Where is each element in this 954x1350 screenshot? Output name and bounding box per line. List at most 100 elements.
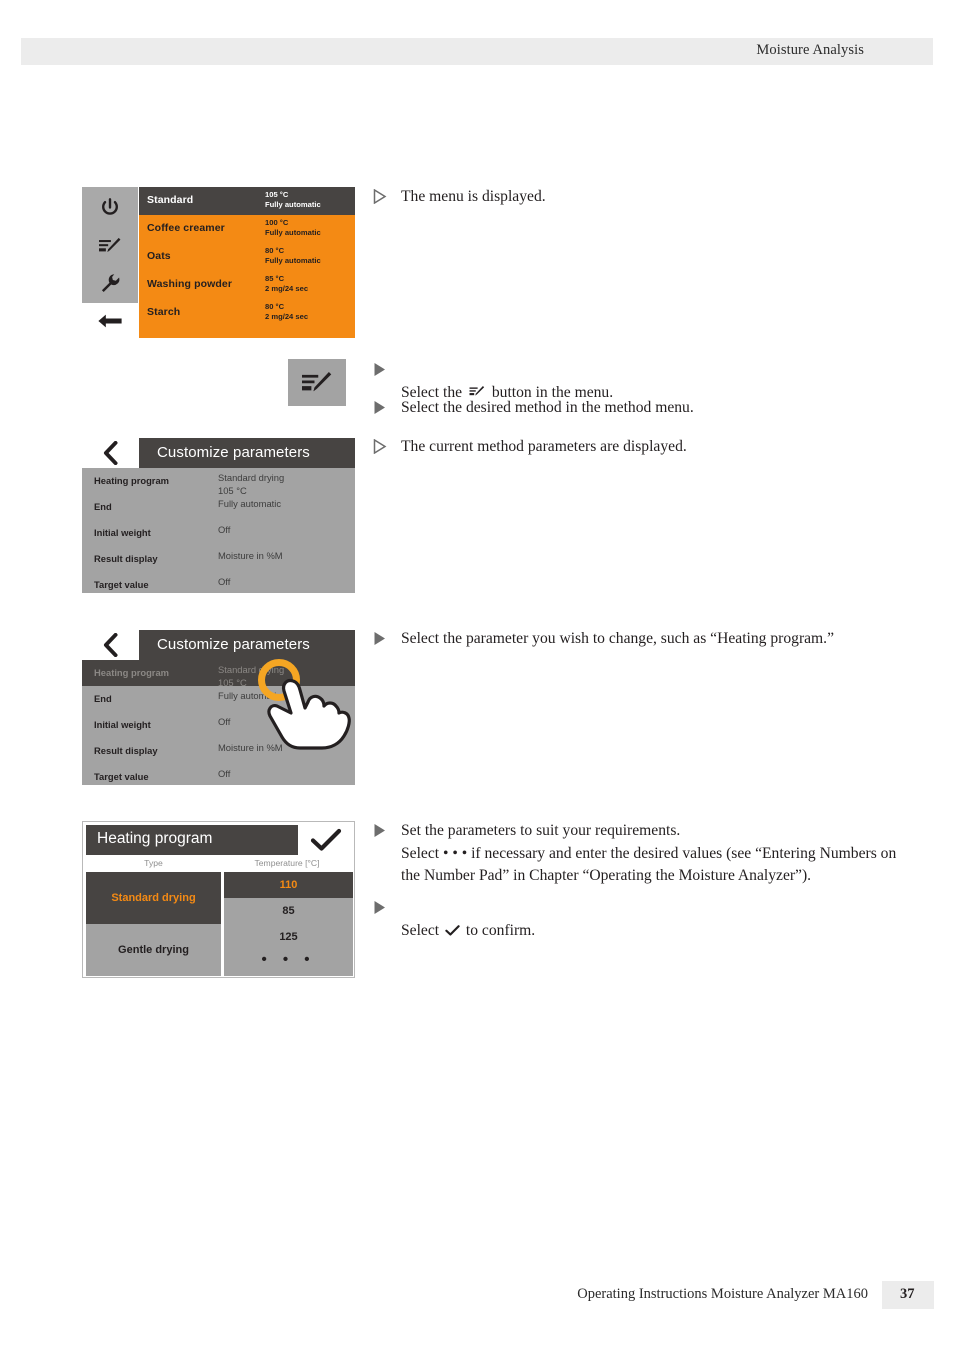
action-marker-icon — [374, 363, 385, 376]
result-marker-icon — [373, 189, 387, 204]
method-name: Coffee creamer — [147, 222, 225, 234]
method-name: Oats — [147, 250, 171, 262]
parameter-row[interactable]: Heating program Standard drying 105 °C — [82, 468, 355, 496]
parameter-label: Initial weight — [94, 719, 151, 730]
heating-program-titlebar: Heating program — [86, 825, 298, 855]
power-icon — [102, 198, 118, 215]
method-edit-icon — [302, 371, 332, 391]
action-marker-icon — [374, 632, 385, 645]
customize-parameters-titlebar: Customize parameters — [139, 630, 355, 660]
parameter-row[interactable]: Target value Off — [82, 764, 355, 785]
parameter-label: Target value — [94, 579, 149, 590]
page-number: 37 — [900, 1286, 915, 1302]
instruction-text: Select the parameter you wish to change,… — [401, 630, 835, 647]
page-header-band: Moisture Analysis — [21, 38, 933, 65]
parameter-value: Off — [218, 576, 231, 587]
method-list-item[interactable]: Starch 80 °C 2 mg/24 sec — [139, 299, 355, 327]
parameter-value: Moisture in %M — [218, 550, 283, 561]
method-list-item[interactable]: Standard 105 °C Fully automatic — [139, 187, 355, 215]
parameter-value: Off — [218, 768, 231, 779]
method-meta: 85 °C 2 mg/24 sec — [265, 274, 309, 294]
method-name: Washing powder — [147, 278, 233, 290]
heating-program-type-column: Standard drying Gentle drying — [86, 872, 221, 976]
parameter-row[interactable]: Target value Off — [82, 572, 355, 593]
temperature-option[interactable]: 85 — [224, 898, 353, 924]
instruction-text: Select the desired method in the method … — [401, 399, 694, 416]
column-header-type: Type — [144, 858, 163, 868]
back-chevron-button[interactable] — [82, 438, 139, 468]
customize-parameters-screenshot: Customize parameters Heating program Stan… — [82, 438, 355, 593]
parameter-label: Result display — [94, 745, 158, 756]
customize-parameters-titlebar: Customize parameters — [139, 438, 355, 468]
confirm-button[interactable] — [298, 825, 353, 855]
parameter-value: Fully automatic — [218, 498, 282, 509]
instruction-text: The menu is displayed. — [401, 188, 546, 205]
heating-program-column-headers: Type Temperature [°C] — [86, 855, 353, 872]
heating-type-option[interactable]: Gentle drying — [86, 924, 221, 976]
column-header-temperature: Temperature [°C] — [254, 858, 320, 868]
temperature-option[interactable]: 125 — [224, 924, 353, 950]
method-edit-button[interactable] — [82, 227, 138, 265]
settings-wrench-button[interactable] — [82, 264, 138, 302]
result-marker-icon — [373, 439, 387, 454]
customize-parameters-title: Customize parameters — [157, 444, 310, 461]
method-list: Standard 105 °C Fully automatic Coffee crea… — [139, 187, 355, 338]
chevron-left-icon — [103, 633, 118, 657]
method-meta: 80 °C Fully automatic — [265, 246, 321, 266]
temperature-more-options[interactable]: • • • — [224, 950, 353, 976]
method-list-item[interactable]: Washing powder 85 °C 2 mg/24 sec — [139, 271, 355, 299]
instruction-text-post: to confirm. — [462, 921, 536, 939]
method-list-item[interactable]: Oats 80 °C Fully automatic — [139, 243, 355, 271]
back-arrow-icon — [98, 314, 122, 328]
wrench-icon — [101, 274, 120, 292]
instruction-text: The current method parameters are displa… — [401, 438, 687, 455]
method-menu-screenshot: Standard 105 °C Fully automatic Coffee crea… — [82, 187, 355, 338]
heating-type-option[interactable]: Standard drying — [86, 872, 221, 924]
parameter-label: End — [94, 501, 112, 512]
customize-parameters-title: Customize parameters — [157, 636, 310, 653]
method-meta: 80 °C 2 mg/24 sec — [265, 302, 309, 322]
method-edit-icon — [99, 237, 121, 253]
footer-document-title: Operating Instructions Moisture Analyzer… — [577, 1286, 868, 1302]
parameter-label: Initial weight — [94, 527, 151, 538]
parameter-row[interactable]: End Fully automatic — [82, 494, 355, 520]
parameter-row[interactable]: Initial weight Off — [82, 520, 355, 546]
page-header-title: Moisture Analysis — [756, 42, 864, 58]
customize-parameters-rows: Heating program Standard drying 105 °C End F… — [82, 468, 355, 593]
parameter-label: Target value — [94, 771, 149, 782]
back-button[interactable] — [82, 302, 138, 338]
parameter-row[interactable]: Result display Moisture in %M — [82, 546, 355, 572]
method-edit-button-callout[interactable] — [288, 359, 346, 406]
parameter-label: Result display — [94, 553, 158, 564]
page-number-box: 37 — [882, 1281, 934, 1309]
power-button[interactable] — [82, 189, 138, 227]
method-meta: 100 °C Fully automatic — [265, 218, 321, 238]
customize-parameters-topbar: Customize parameters — [82, 438, 355, 468]
hand-tap-cursor — [267, 678, 351, 750]
method-list-item[interactable]: Coffee creamer 100 °C Fully automatic — [139, 215, 355, 243]
chevron-left-icon — [103, 441, 118, 465]
parameter-value: Off — [218, 524, 231, 535]
method-meta: 105 °C Fully automatic — [265, 190, 321, 210]
page-footer: Operating Instructions Moisture Analyzer… — [0, 1281, 954, 1311]
instruction-text: Set the parameters to suit your requirem… — [401, 822, 897, 885]
instruction-text: Select to confirm. — [401, 897, 954, 942]
method-name: Standard — [147, 194, 194, 206]
back-chevron-button[interactable] — [82, 630, 139, 660]
parameter-value: Off — [218, 716, 231, 727]
temperature-option[interactable]: 110 — [224, 872, 353, 898]
method-name: Starch — [147, 306, 181, 318]
customize-parameters-topbar: Customize parameters — [82, 630, 355, 660]
parameter-label: Heating program — [94, 667, 170, 678]
heating-program-title: Heating program — [97, 830, 213, 847]
heating-program-screenshot: Heating program Type Temperature [°C] St… — [82, 821, 355, 978]
checkmark-icon — [445, 924, 460, 936]
instruction-text-pre: Select — [401, 921, 443, 939]
checkmark-icon — [310, 828, 341, 851]
parameter-label: Heating program — [94, 475, 170, 486]
action-marker-icon — [374, 901, 385, 914]
parameter-label: End — [94, 693, 112, 704]
heating-program-temperature-column: 110 85 125 • • • — [224, 872, 353, 976]
action-marker-icon — [374, 824, 385, 837]
action-marker-icon — [374, 401, 385, 414]
